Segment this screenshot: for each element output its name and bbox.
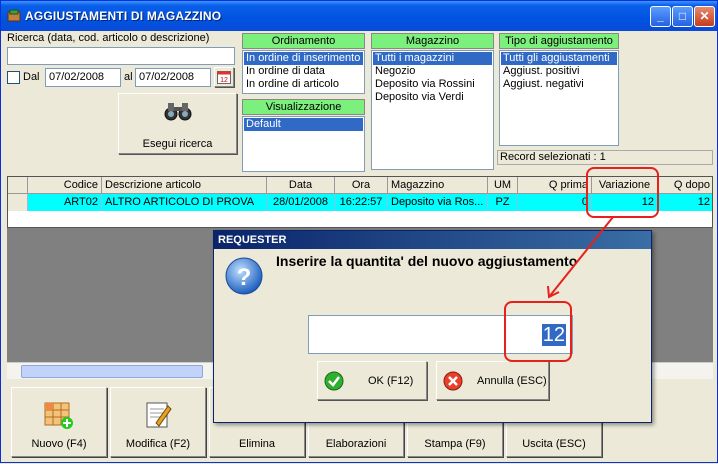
annotation-arrow [547,216,614,299]
main-window: AGGIUSTAMENTI DI MAGAZZINO _ □ ✕ Ricerca… [0,0,718,463]
